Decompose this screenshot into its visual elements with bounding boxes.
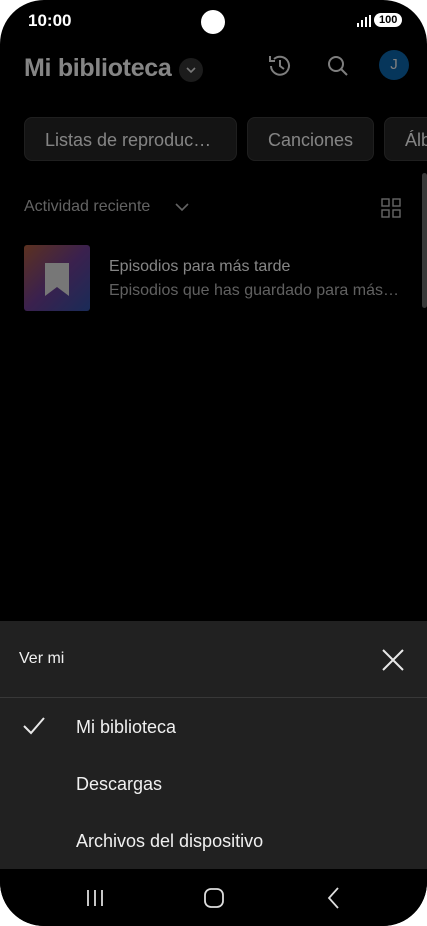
item-subtitle: Episodios que has guardado para más… xyxy=(109,282,399,299)
list-item[interactable]: Episodios para más tarde Episodios que h… xyxy=(24,245,427,311)
scrollbar[interactable] xyxy=(422,173,427,308)
page-title[interactable]: Mi biblioteca xyxy=(24,54,172,83)
option-label: Archivos del dispositivo xyxy=(76,831,264,851)
system-nav-bar xyxy=(0,869,427,926)
phone-screen: 10:00 100 Mi biblioteca J Listas de repr… xyxy=(0,0,427,926)
chevron-down-icon xyxy=(186,67,196,74)
view-options-sheet: Ver mi Mi biblioteca Descargas Archivos … xyxy=(0,621,427,869)
battery-indicator: 100 xyxy=(374,13,403,27)
signal-icon xyxy=(357,15,371,27)
history-icon[interactable] xyxy=(264,50,296,82)
filter-chips: Listas de reproduc… Canciones Álb xyxy=(24,117,427,163)
search-icon[interactable] xyxy=(322,50,354,82)
close-icon[interactable] xyxy=(380,647,406,673)
status-bar: 10:00 100 xyxy=(0,0,427,44)
chip-albums[interactable]: Álb xyxy=(384,117,427,161)
chip-playlists[interactable]: Listas de reproduc… xyxy=(24,117,237,161)
library-header: Mi biblioteca J xyxy=(0,48,427,92)
chip-songs[interactable]: Canciones xyxy=(247,117,374,161)
option-archivos-dispositivo[interactable]: Archivos del dispositivo xyxy=(0,813,427,870)
option-mi-biblioteca[interactable]: Mi biblioteca xyxy=(0,699,427,756)
back-nav-icon[interactable] xyxy=(321,885,347,911)
sheet-title: Ver mi xyxy=(19,650,65,667)
recent-activity-row: Actividad reciente xyxy=(24,196,427,222)
option-label: Mi biblioteca xyxy=(76,717,177,737)
sheet-header: Ver mi xyxy=(0,621,427,698)
camera-cutout xyxy=(201,10,225,34)
bookmark-icon xyxy=(45,263,69,296)
chevron-down-icon[interactable] xyxy=(173,198,191,216)
recent-activity-dropdown[interactable]: Actividad reciente xyxy=(24,198,150,216)
status-time: 10:00 xyxy=(28,11,72,30)
item-title: Episodios para más tarde xyxy=(109,258,291,275)
home-nav-icon[interactable] xyxy=(201,885,227,911)
option-label: Descargas xyxy=(76,774,163,794)
title-dropdown-button[interactable] xyxy=(179,58,203,82)
recents-nav-icon[interactable] xyxy=(82,885,108,911)
avatar[interactable]: J xyxy=(379,50,409,80)
episodes-thumbnail xyxy=(24,245,90,311)
check-icon xyxy=(23,717,45,735)
grid-view-icon[interactable] xyxy=(381,198,401,218)
option-descargas[interactable]: Descargas xyxy=(0,756,427,813)
